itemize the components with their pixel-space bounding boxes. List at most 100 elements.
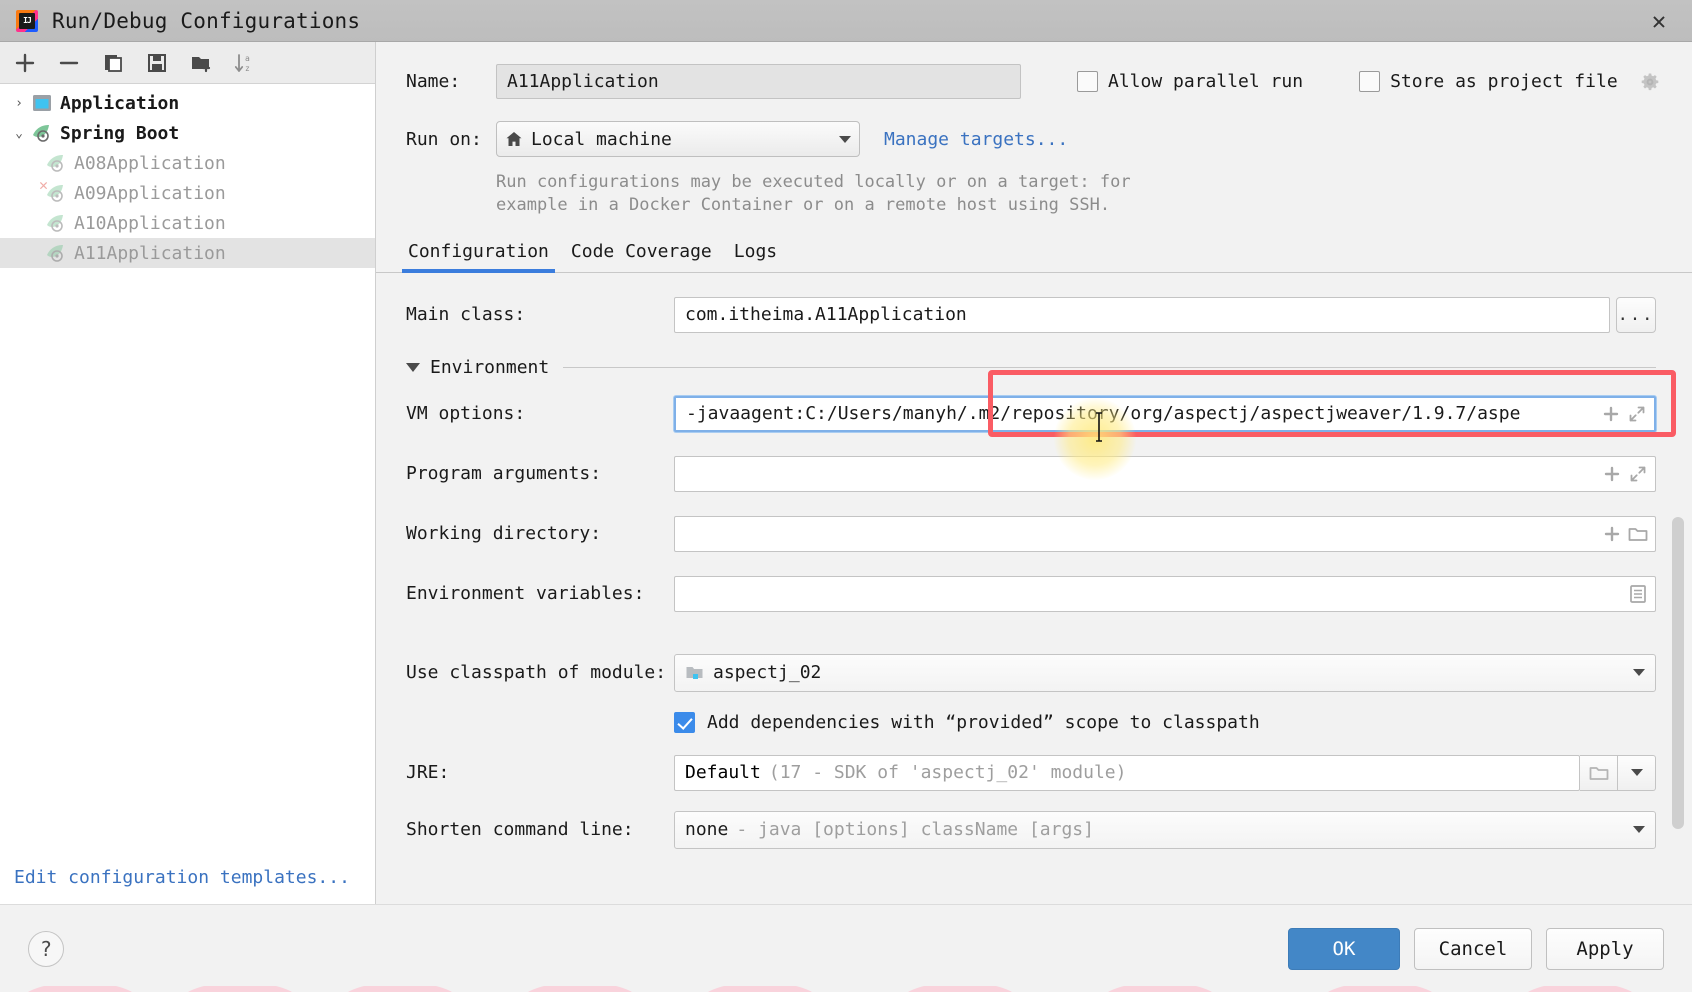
tree-node-application[interactable]: › Application: [0, 88, 375, 118]
vm-options-input[interactable]: -javaagent:C:/Users/manyh/.m2/repository…: [674, 395, 1656, 432]
configurations-tree: › Application ⌄ Spring Boot A08Applicati…: [0, 84, 375, 867]
program-arguments-row: Program arguments:: [376, 455, 1692, 492]
environment-variables-input[interactable]: [674, 575, 1656, 612]
main-class-label: Main class:: [406, 304, 526, 326]
tree-node-a09application[interactable]: ✕ A09Application: [0, 178, 375, 208]
help-button[interactable]: ?: [28, 930, 64, 967]
chevron-right-icon[interactable]: ›: [8, 96, 30, 111]
section-divider: [563, 366, 1656, 368]
main-class-input[interactable]: com.itheima.A11Application: [674, 296, 1610, 333]
name-input[interactable]: [496, 64, 1021, 99]
environment-section-header: Environment: [376, 357, 1692, 378]
footer-buttons: OK Cancel Apply: [1288, 927, 1664, 970]
run-on-hint: Run configurations may be executed local…: [496, 171, 1196, 217]
left-panel-footer: Edit configuration templates...: [0, 867, 375, 904]
error-icon: ✕: [39, 176, 49, 194]
folder-icon[interactable]: [1625, 525, 1651, 543]
checkbox-box[interactable]: [1077, 71, 1098, 92]
add-configuration-button[interactable]: [10, 48, 40, 78]
chevron-down-icon[interactable]: [839, 135, 851, 143]
store-as-project-file-label: Store as project file: [1390, 71, 1618, 92]
chevron-down-icon[interactable]: [1633, 826, 1645, 834]
configurations-toolbar: az: [0, 42, 375, 84]
checkbox-box[interactable]: [1359, 71, 1381, 92]
vertical-scrollbar[interactable]: [1672, 516, 1684, 829]
checkbox-box[interactable]: [674, 711, 695, 733]
chevron-down-icon[interactable]: [1633, 669, 1645, 677]
browse-jre-button[interactable]: [1580, 754, 1618, 791]
use-classpath-of-module-dropdown[interactable]: aspectj_02: [674, 653, 1656, 692]
chevron-down-icon[interactable]: [1630, 769, 1643, 777]
apply-button[interactable]: Apply: [1546, 927, 1664, 970]
tree-node-a10application[interactable]: A10Application: [0, 208, 375, 238]
hint-line-1: Run configurations may be executed local…: [496, 172, 1131, 192]
macro-plus-icon[interactable]: [1599, 525, 1625, 543]
allow-parallel-run-checkbox[interactable]: Allow parallel run: [1077, 71, 1303, 92]
spring-boot-icon: [30, 123, 54, 143]
tab-configuration[interactable]: Configuration: [402, 237, 555, 273]
chevron-down-icon[interactable]: ⌄: [8, 126, 30, 141]
tree-node-label: A10Application: [74, 212, 226, 234]
program-arguments-input[interactable]: [674, 455, 1656, 492]
collapse-triangle-icon[interactable]: [406, 362, 420, 372]
add-provided-scope-label: Add dependencies with “provided” scope t…: [707, 711, 1260, 733]
folder-add-icon[interactable]: [186, 48, 216, 78]
expand-icon[interactable]: [1625, 465, 1651, 483]
environment-section-title: Environment: [430, 356, 550, 378]
window-title: Run/Debug Configurations: [52, 8, 361, 33]
working-directory-input[interactable]: [674, 515, 1656, 552]
jre-dropdown-button[interactable]: [1618, 754, 1656, 791]
vm-options-label: VM options:: [406, 403, 526, 425]
tab-logs[interactable]: Logs: [732, 237, 779, 272]
jre-row: JRE: Default (17 - SDK of 'aspectj_02' m…: [376, 754, 1692, 791]
run-on-dropdown[interactable]: Local machine: [496, 121, 860, 157]
remove-configuration-button[interactable]: [54, 48, 84, 78]
copy-configuration-button[interactable]: [98, 48, 128, 78]
ok-button[interactable]: OK: [1288, 927, 1400, 970]
jre-input[interactable]: Default (17 - SDK of 'aspectj_02' module…: [674, 754, 1580, 791]
macro-plus-icon[interactable]: [1599, 465, 1625, 483]
gear-icon[interactable]: [1640, 72, 1660, 92]
shorten-command-line-detail: - java [options] className [args]: [736, 819, 1094, 841]
program-arguments-label: Program arguments:: [406, 463, 602, 485]
configurations-panel: az › Application ⌄ Spring Boot A08Applic…: [0, 42, 376, 904]
edit-configuration-templates-link[interactable]: Edit configuration templates...: [14, 867, 350, 888]
vm-options-row: VM options: -javaagent:C:/Users/manyh/.m…: [376, 369, 1692, 480]
tree-node-a08application[interactable]: A08Application: [0, 148, 375, 178]
name-label: Name:: [406, 71, 461, 92]
application-icon: [30, 94, 54, 112]
main-class-row: Main class: com.itheima.A11Application .…: [376, 296, 1692, 333]
store-as-project-file-checkbox[interactable]: Store as project file: [1359, 71, 1660, 92]
configuration-tab-pane: Main class: com.itheima.A11Application .…: [376, 272, 1692, 869]
environment-variables-label: Environment variables:: [406, 583, 645, 605]
jre-label: JRE:: [406, 762, 450, 784]
tree-node-label: A09Application: [74, 182, 226, 204]
save-configuration-button[interactable]: [142, 48, 172, 78]
tree-node-label: Application: [60, 92, 180, 114]
shorten-command-line-dropdown[interactable]: none - java [options] className [args]: [674, 810, 1656, 849]
close-icon[interactable]: ✕: [1644, 6, 1674, 36]
macro-plus-icon[interactable]: [1598, 405, 1624, 423]
tree-node-a11application[interactable]: A11Application: [0, 238, 375, 268]
cancel-button[interactable]: Cancel: [1414, 927, 1532, 970]
use-classpath-of-module-label: Use classpath of module:: [406, 662, 667, 684]
working-directory-label: Working directory:: [406, 523, 602, 545]
tree-node-spring-boot[interactable]: ⌄ Spring Boot: [0, 118, 375, 148]
module-folder-icon: [685, 664, 705, 682]
run-on-row: Run on: Local machine Manage targets...: [406, 121, 1662, 157]
browse-list-icon[interactable]: [1625, 584, 1651, 604]
shorten-command-line-row: Shorten command line: none - java [optio…: [376, 810, 1692, 849]
jre-value: Default: [685, 762, 761, 784]
tree-node-label: A11Application: [74, 242, 226, 264]
sort-az-icon[interactable]: az: [230, 48, 260, 78]
dialog-body: az › Application ⌄ Spring Boot A08Applic…: [0, 42, 1692, 904]
configuration-editor-panel: Name: Allow parallel run Store as projec…: [376, 42, 1692, 904]
jre-value-detail: (17 - SDK of 'aspectj_02' module): [768, 762, 1127, 784]
hint-line-2: example in a Docker Container or on a re…: [496, 194, 1111, 215]
add-provided-scope-checkbox[interactable]: Add dependencies with “provided” scope t…: [376, 711, 1692, 733]
expand-icon[interactable]: [1624, 405, 1650, 423]
manage-targets-link[interactable]: Manage targets...: [884, 129, 1068, 150]
browse-main-class-button[interactable]: ...: [1616, 296, 1656, 333]
tab-code-coverage[interactable]: Code Coverage: [569, 237, 714, 272]
dialog-footer: ? OK Cancel Apply: [0, 904, 1692, 992]
